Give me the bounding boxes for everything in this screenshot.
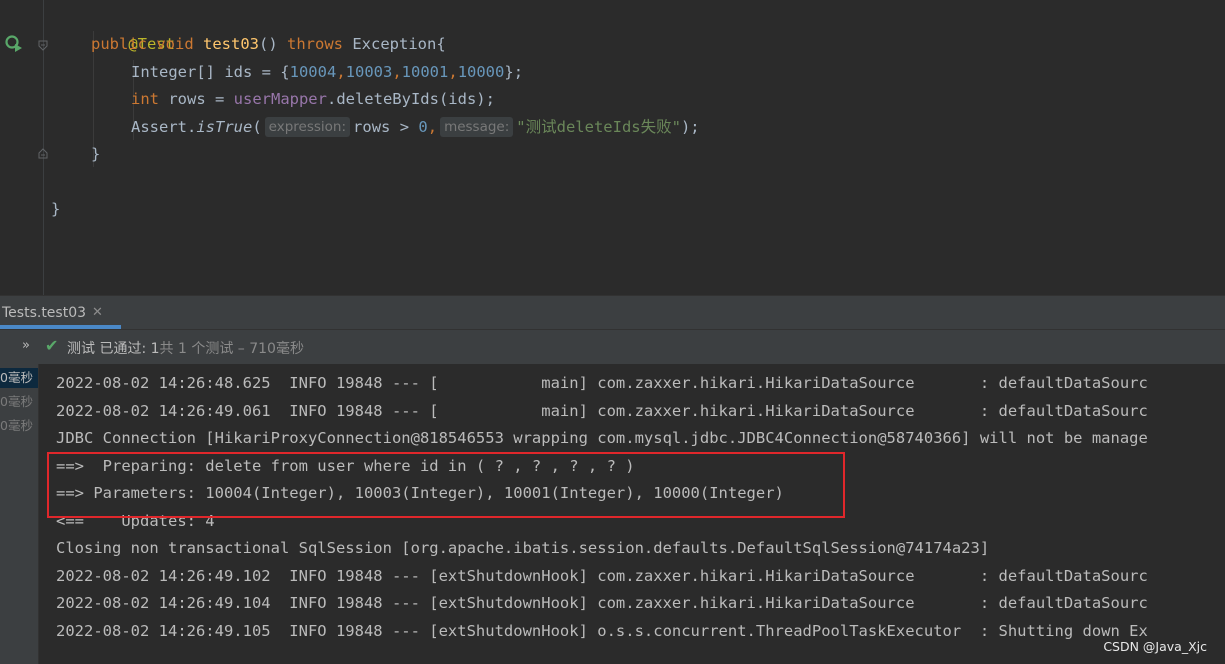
call-token: .deleteByIds(ids);	[326, 90, 495, 108]
run-tab-bar: Tests.test03 ✕	[0, 295, 1225, 329]
paren-token: (	[252, 118, 262, 136]
brace-token: }	[51, 200, 61, 218]
keyword-token: throws	[287, 35, 344, 53]
run-test-icon[interactable]	[5, 35, 23, 53]
watermark: CSDN @Java_Xjc	[1103, 639, 1207, 654]
keyword-token: void	[156, 35, 194, 53]
fold-icon[interactable]	[38, 40, 48, 51]
decl-token: rows =	[159, 90, 234, 108]
code-editor[interactable]: @Test public void test03() throws Except…	[0, 0, 1225, 295]
editor-gutter	[0, 0, 48, 295]
parameter-hint-message: message:	[440, 117, 514, 137]
close-token: };	[504, 63, 524, 81]
console-line: 2022-08-02 14:26:49.105 INFO 19848 --- […	[56, 622, 1148, 640]
number-token: 10004	[289, 63, 337, 81]
code-line-rows[interactable]: int rows = userMapper.deleteByIds(ids);	[131, 86, 495, 113]
console-line: JDBC Connection [HikariProxyConnection@8…	[56, 429, 1148, 447]
test-result-summary: 测试 已通过: 1共 1 个测试 – 710毫秒	[67, 338, 304, 358]
string-token: "测试deleteIds失败"	[516, 118, 681, 136]
console-line: 2022-08-02 14:26:48.625 INFO 19848 --- […	[56, 374, 1148, 392]
test-passed-label: 测试 已通过: 1	[67, 341, 160, 357]
checkmark-icon: ✔	[45, 336, 59, 355]
number-token: 10000	[457, 63, 505, 81]
code-line-method-signature[interactable]: public void test03() throws Exception{	[91, 31, 446, 58]
code-line-assert[interactable]: Assert.isTrue(expression: rows > 0, messag…	[131, 114, 700, 141]
comma-token: ,	[427, 118, 438, 136]
test-duration-item[interactable]: 0毫秒	[0, 392, 33, 412]
keyword-token: int	[131, 90, 159, 108]
number-token: 10003	[345, 63, 393, 81]
number-token: 10001	[401, 63, 449, 81]
field-token: userMapper	[233, 90, 327, 108]
test-duration-item[interactable]: 0毫秒	[0, 368, 38, 388]
expand-icon[interactable]: »	[22, 338, 30, 353]
brace-token: }	[91, 145, 101, 163]
console-line: 2022-08-02 14:26:49.104 INFO 19848 --- […	[56, 594, 1148, 612]
code-line-class-close[interactable]: }	[51, 196, 60, 223]
test-duration-item[interactable]: 0毫秒	[0, 416, 33, 436]
decl-token: Integer[] ids = {	[131, 63, 290, 81]
method-name-token: test03	[203, 35, 260, 53]
parens-token: ()	[259, 35, 288, 53]
test-status-bar: » ✔ 测试 已通过: 1共 1 个测试 – 710毫秒	[0, 329, 1225, 365]
keyword-token: public	[91, 35, 147, 53]
console-output[interactable]: 0毫秒 0毫秒 0毫秒 2022-08-02 14:26:48.625 INFO…	[0, 364, 1225, 664]
static-method-token: isTrue	[196, 118, 253, 136]
highlight-box	[47, 452, 845, 518]
parameter-hint-expression: expression:	[264, 117, 351, 137]
number-token: 0	[418, 118, 428, 136]
code-line-method-close[interactable]: }	[91, 141, 100, 168]
class-token: Assert.	[131, 118, 197, 136]
test-tree-panel: 0毫秒 0毫秒 0毫秒	[0, 364, 39, 664]
tab-label: Tests.test03	[2, 304, 87, 321]
condition-token: rows >	[353, 118, 419, 136]
exception-token: Exception{	[343, 35, 446, 53]
console-line: Closing non transactional SqlSession [or…	[56, 539, 990, 557]
close-icon[interactable]: ✕	[92, 305, 103, 320]
fold-icon[interactable]	[38, 148, 48, 159]
code-line-ids[interactable]: Integer[] ids = {10004,10003,10001,10000…	[131, 59, 523, 86]
close-token: );	[680, 118, 700, 136]
console-line: 2022-08-02 14:26:49.061 INFO 19848 --- […	[56, 402, 1148, 420]
test-detail-label: 共 1 个测试 – 710毫秒	[159, 341, 304, 357]
console-line: 2022-08-02 14:26:49.102 INFO 19848 --- […	[56, 567, 1148, 585]
